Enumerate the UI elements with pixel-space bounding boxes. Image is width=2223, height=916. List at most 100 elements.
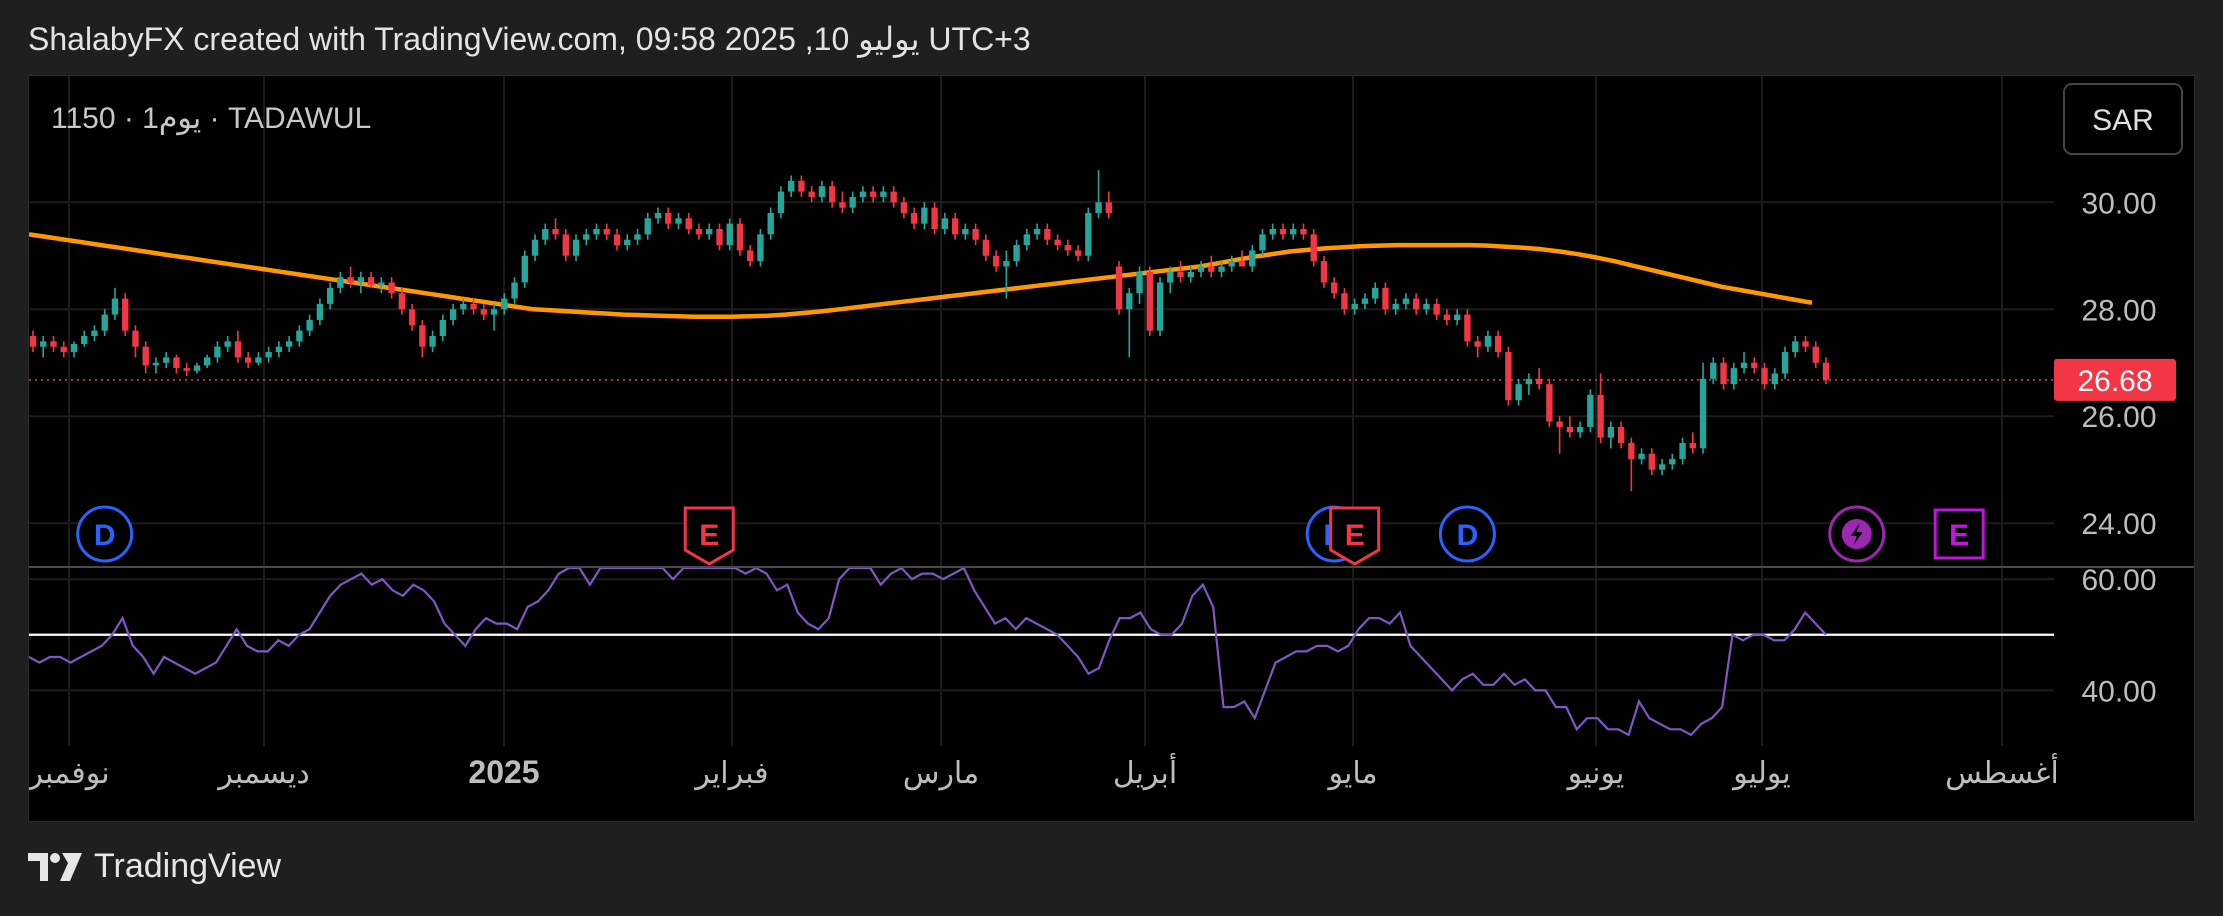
candle-body [1249,250,1256,267]
candle-body [1208,266,1215,272]
candle [583,229,590,246]
time-axis-label: 2025 [468,754,539,790]
candle-body [1812,346,1819,363]
candle-body [1546,384,1553,422]
candle-body [1802,341,1809,347]
candle-body [613,234,621,246]
earnings-marker[interactable]: E [683,506,735,566]
candle [204,354,211,369]
candle-body [511,282,518,299]
candle-body [1494,336,1502,353]
candle [531,234,539,262]
dividend-icon-label: D [94,519,116,552]
candle-body [828,186,836,203]
candle [1576,421,1584,438]
split-marker[interactable] [1828,505,1886,563]
candle-body [70,344,78,353]
candle-body [50,341,57,347]
candle-body [163,357,170,363]
earnings-marker[interactable]: E [1933,508,1985,560]
candle-body [747,250,754,262]
candle [859,186,867,203]
rsi-axis-label: 60.00 [2081,564,2156,597]
candle-body [255,357,262,363]
candle [695,223,703,240]
candle-body [675,218,682,224]
candle [941,212,949,235]
candle [910,207,918,230]
candle-body [1167,271,1174,283]
candle-body [296,330,303,342]
candle-body [859,191,867,197]
dividend-marker[interactable]: D [76,505,134,563]
candle [1136,266,1143,304]
candle [1730,362,1737,390]
candle [439,314,447,342]
candle [1587,389,1594,433]
earnings-icon-label: E [1949,519,1969,552]
candle-body [285,341,293,347]
candle-body [521,255,528,283]
candle [234,330,242,363]
candle-body [1013,245,1020,262]
candle-body [1238,261,1246,267]
candle-body [962,229,969,235]
candle [101,309,108,336]
candle-body [685,218,692,230]
candle-body [234,341,242,358]
dividend-marker[interactable]: D [1438,505,1496,563]
price-axis-label: 26.00 [2081,401,2156,434]
candle-body [1535,378,1543,385]
candle [1751,357,1758,374]
time-axis-label: أبريل [1113,752,1177,790]
candle-body [788,180,795,192]
candle [183,362,190,377]
candle [1792,336,1799,358]
candle [1105,191,1112,219]
candle [972,223,979,246]
candle-body [326,287,334,304]
candle [152,357,160,374]
candle-body [1372,287,1379,299]
candle [1505,346,1512,406]
candle-body [316,303,324,320]
candle-body [1710,362,1717,379]
candle [1269,223,1276,240]
candle-body [654,212,662,219]
candle-body [1074,250,1082,256]
candle [244,352,252,369]
candle [1392,298,1399,315]
candle [542,223,549,246]
candle-body [429,336,436,347]
candle [501,293,508,315]
candle [675,212,682,230]
candle-body [1023,234,1031,246]
candle-body [1751,362,1758,369]
candle-body [1412,298,1420,310]
candle-body [1556,421,1563,427]
currency-button[interactable]: SAR [2063,83,2183,155]
candle [890,186,897,208]
earnings-marker[interactable]: E [1329,506,1381,566]
candle [839,191,846,213]
candle-body [470,303,477,310]
chart-frame[interactable]: DEDEDE 24.0026.0028.0030.0026.6840.0060.… [26,75,2195,822]
candle-body [1259,234,1266,251]
candle [685,212,692,235]
footer-brand[interactable]: TradingView [28,847,281,886]
time-axis-label: يونيو [1566,757,1625,790]
candle-body [1771,373,1778,385]
chart-canvas[interactable]: DEDEDE 24.0026.0028.0030.0026.6840.0060.… [26,76,2194,821]
candle-body [1300,229,1307,235]
candle [1669,453,1676,470]
candle [613,229,621,251]
time-axis-layer: نوفمبر ديسمبر 2025 فبراير مارس أبريل مايو يونيو… [26,752,2058,790]
candle-body [1689,442,1696,449]
candle [163,352,170,369]
candle [962,223,969,240]
candle-body [1095,202,1102,213]
candle-body [204,357,211,366]
candle [1597,373,1604,443]
candle [654,207,662,224]
candle-body [1361,298,1369,304]
